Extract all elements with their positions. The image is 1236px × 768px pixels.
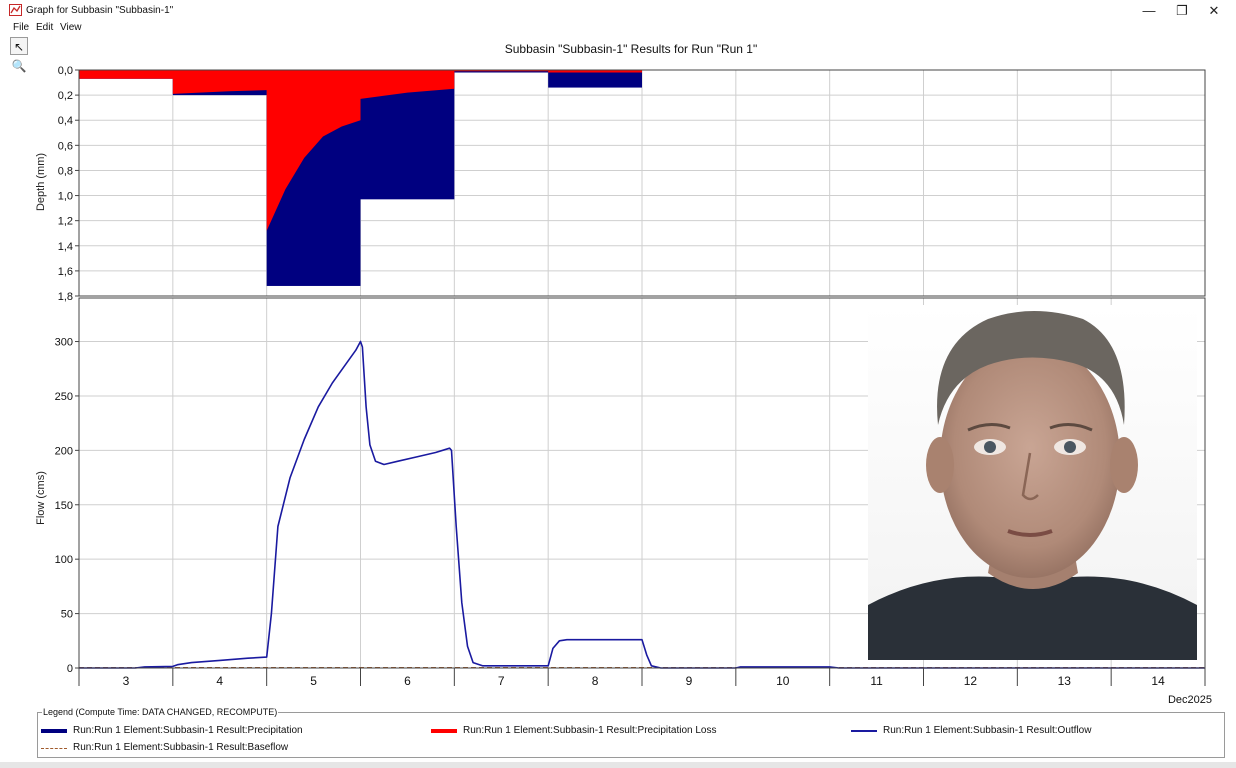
menu-bar: File Edit View: [0, 22, 1236, 36]
x-axis-tick-label: 6: [404, 674, 411, 688]
legend-title: Legend (Compute Time: DATA CHANGED, RECO…: [42, 707, 279, 717]
precipitation-bar: [548, 70, 642, 88]
x-axis-tick-label: 3: [123, 674, 130, 688]
legend-swatch-baseflow: [41, 748, 67, 749]
depth-tick-label: 0,8: [58, 165, 73, 177]
x-axis-tick-label: 5: [310, 674, 317, 688]
depth-tick-label: 0,2: [58, 90, 73, 102]
window-title: Graph for Subbasin "Subbasin-1": [26, 5, 174, 16]
x-axis-tick-label: 14: [1151, 674, 1165, 688]
depth-tick-label: 1,0: [58, 191, 73, 203]
chart-app-icon: [9, 4, 22, 16]
depth-tick-label: 0,0: [58, 65, 73, 77]
depth-axis-label: Depth (mm): [35, 153, 47, 211]
depth-tick-label: 1,8: [58, 291, 73, 303]
x-axis-tick-label: 11: [870, 674, 883, 688]
x-axis-tick-label: 9: [686, 674, 693, 688]
flow-tick-label: 50: [61, 609, 73, 621]
depth-tick-label: 0,4: [58, 115, 73, 127]
x-axis-tick-label: 8: [592, 674, 599, 688]
depth-tick-label: 1,4: [58, 241, 73, 253]
depth-panel: 0,0 0,2 0,4 0,6 0,8 1,0 1,2 1,4 1,6 1,8: [58, 65, 1206, 303]
x-axis-tick-label: 13: [1058, 674, 1072, 688]
x-axis-tick-label: 10: [776, 674, 790, 688]
menu-view[interactable]: View: [60, 22, 82, 33]
x-axis-tick-label: 4: [216, 674, 223, 688]
legend: Legend (Compute Time: DATA CHANGED, RECO…: [37, 707, 1225, 758]
flow-tick-label: 0: [67, 663, 73, 675]
portrait-photo: [868, 305, 1197, 660]
x-axis-tick-label: 12: [964, 674, 978, 688]
maximize-button[interactable]: ❐: [1166, 1, 1198, 21]
depth-tick-label: 1,2: [58, 216, 73, 228]
minimize-button[interactable]: —: [1133, 1, 1165, 21]
x-axis: 3 4 5 6 7 8 9 10 11 12 13 14: [78, 667, 1206, 688]
legend-label-precipitation-loss: Run:Run 1 Element:Subbasin-1 Result:Prec…: [463, 725, 717, 736]
x-axis-tick-label: 7: [498, 674, 505, 688]
chart-title: Subbasin "Subbasin-1" Results for Run "R…: [505, 42, 758, 56]
legend-swatch-precipitation: [41, 729, 67, 733]
legend-label-baseflow: Run:Run 1 Element:Subbasin-1 Result:Base…: [73, 742, 289, 753]
flow-tick-label: 300: [55, 337, 73, 349]
flow-tick-label: 250: [55, 391, 73, 403]
depth-tick-label: 1,6: [58, 266, 73, 278]
status-strip: [0, 762, 1236, 768]
x-axis-date-label: Dec2025: [1168, 694, 1212, 706]
legend-label-precipitation: Run:Run 1 Element:Subbasin-1 Result:Prec…: [73, 725, 303, 736]
title-bar: Graph for Subbasin "Subbasin-1" — ❐ ✕: [0, 0, 1236, 22]
legend-swatch-outflow: [851, 730, 877, 732]
legend-label-outflow: Run:Run 1 Element:Subbasin-1 Result:Outf…: [883, 725, 1092, 736]
menu-edit[interactable]: Edit: [36, 22, 53, 33]
legend-swatch-precipitation-loss: [431, 729, 457, 733]
flow-tick-label: 100: [55, 554, 73, 566]
flow-tick-label: 200: [55, 445, 73, 457]
flow-tick-label: 150: [55, 500, 73, 512]
menu-file[interactable]: File: [13, 22, 29, 33]
close-button[interactable]: ✕: [1198, 1, 1230, 21]
depth-tick-label: 0,6: [58, 140, 73, 152]
flow-axis-label: Flow (cms): [35, 471, 47, 525]
